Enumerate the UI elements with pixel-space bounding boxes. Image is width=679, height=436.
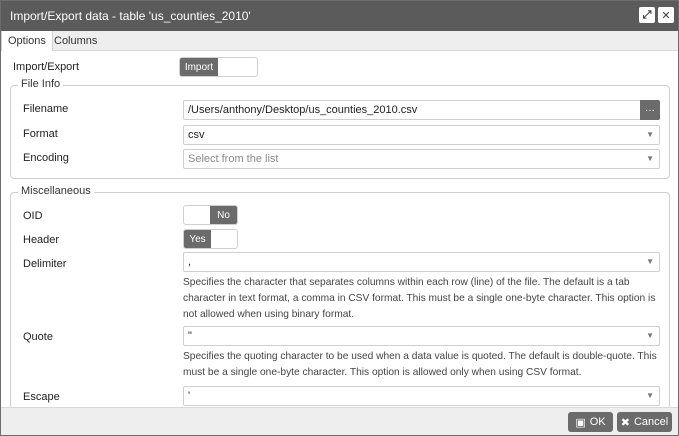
import-export-toggle[interactable]: Import (179, 57, 258, 77)
options-panel: Import/Export Import File Info Filename … (1, 51, 678, 407)
chevron-down-icon: ▼ (646, 154, 654, 163)
export-option[interactable] (218, 58, 257, 76)
format-select[interactable]: csv ▼ (183, 125, 660, 145)
filename-value: /Users/anthony/Desktop/us_counties_2010.… (188, 104, 418, 116)
filename-input[interactable]: /Users/anthony/Desktop/us_counties_2010.… (183, 100, 660, 120)
save-icon: ▣ (575, 416, 586, 429)
header-label: Header (23, 234, 60, 246)
file-info-fieldset: File Info Filename /Users/anthony/Deskto… (10, 78, 670, 179)
import-export-label: Import/Export (13, 61, 80, 73)
tab-options[interactable]: Options (1, 31, 53, 52)
close-icon[interactable]: ✕ (658, 7, 674, 23)
chevron-down-icon: ▼ (646, 130, 654, 139)
quote-value: " (188, 330, 192, 342)
chevron-down-icon: ▼ (646, 257, 654, 266)
file-info-legend: File Info (18, 78, 64, 90)
filename-label: Filename (23, 103, 69, 115)
quote-label: Quote (23, 331, 53, 343)
encoding-placeholder: Select from the list (188, 153, 279, 165)
header-no-option (211, 230, 237, 248)
delimiter-help-text: Specifies the character that separates c… (183, 277, 656, 320)
ok-label: OK (589, 416, 606, 428)
chevron-down-icon: ▼ (646, 331, 654, 340)
oid-no-option[interactable]: No (210, 206, 237, 224)
quote-select[interactable]: " ▼ (183, 326, 660, 346)
header-toggle[interactable]: Yes (183, 229, 238, 249)
oid-yes-option (184, 206, 210, 224)
import-option[interactable]: Import (180, 58, 219, 76)
format-label: Format (23, 128, 58, 140)
dialog-footer: ▣ OK ✖ Cancel (1, 407, 678, 435)
tab-bar: Options Columns (1, 31, 678, 52)
expand-icon[interactable]: ⤢ (639, 7, 655, 23)
dialog-title: Import/Export data - table 'us_counties_… (10, 9, 251, 23)
miscellaneous-legend: Miscellaneous (18, 185, 94, 197)
escape-label: Escape (23, 391, 60, 403)
ok-button[interactable]: ▣ OK (568, 412, 613, 432)
header-yes-option[interactable]: Yes (184, 230, 211, 248)
encoding-select[interactable]: Select from the list ▼ (183, 149, 660, 169)
cancel-label: Cancel (633, 416, 669, 428)
delimiter-label: Delimiter (23, 258, 67, 270)
cancel-button[interactable]: ✖ Cancel (617, 412, 672, 432)
tab-columns[interactable]: Columns (48, 31, 103, 51)
format-value: csv (188, 129, 205, 141)
close-icon: ✖ (620, 416, 630, 429)
escape-select[interactable]: ' ▼ (183, 386, 660, 406)
delimiter-select[interactable]: , ▼ (183, 252, 660, 272)
oid-toggle[interactable]: No (183, 205, 238, 225)
quote-help-text: Specifies the quoting character to be us… (183, 351, 657, 378)
encoding-label: Encoding (23, 152, 69, 164)
delimiter-value: , (188, 256, 192, 268)
browse-file-button[interactable]: ··· (640, 100, 660, 120)
dialog-titlebar[interactable]: Import/Export data - table 'us_counties_… (1, 1, 678, 31)
escape-value: ' (188, 390, 191, 402)
chevron-down-icon: ▼ (646, 391, 654, 400)
miscellaneous-fieldset: Miscellaneous OID No Header Yes Delimite… (10, 185, 670, 407)
import-export-dialog: Import/Export data - table 'us_counties_… (0, 0, 679, 436)
oid-label: OID (23, 210, 43, 222)
